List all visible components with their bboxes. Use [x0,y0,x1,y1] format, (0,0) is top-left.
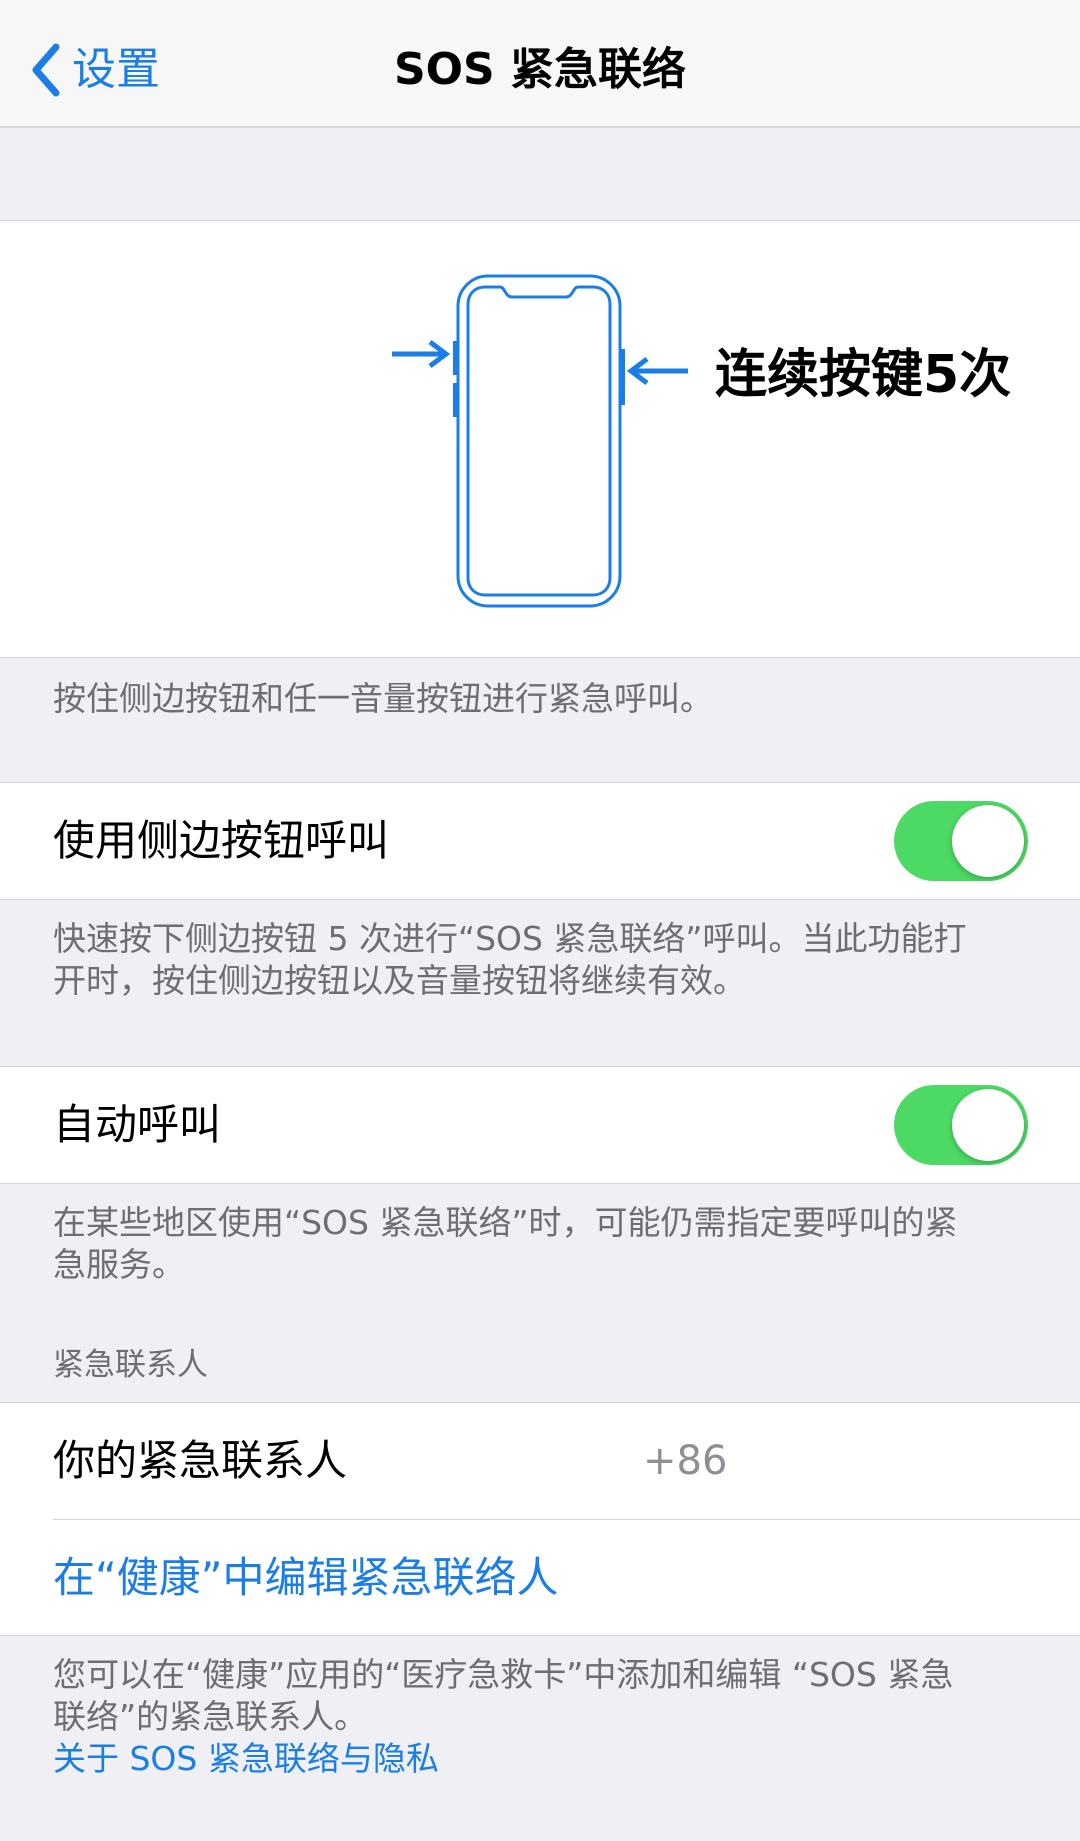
emergency-contacts-group: 你的紧急联系人 +86 在“健康”中编辑紧急联络人 [0,1402,1080,1636]
emergency-contact-label: 你的紧急联系人 [53,1436,348,1485]
auto-call-footnote-line1: 在某些地区使用“SOS 紧急联络”时，可能仍需指定要呼叫的紧 [53,1203,958,1242]
side-button-call-footnote-line1: 快速按下侧边按钮 5 次进行“SOS 紧急联络”呼叫。当此功能打 [53,919,967,958]
side-button-call-row: 使用侧边按钮呼叫 [0,782,1080,900]
side-button-call-footnote-line2: 开时，按住侧边按钮以及音量按钮将继续有效。 [53,961,746,1000]
page-title: SOS 紧急联络 [393,44,687,95]
contacts-footnote-line1: 您可以在“健康”应用的“医疗急救卡”中添加和编辑 “SOS 紧急 [53,1655,954,1694]
phone-illustration [392,274,688,608]
emergency-contact-row[interactable]: 你的紧急联系人 +86 [0,1403,1080,1519]
contacts-footnote-line2: 联络”的紧急联系人。 [53,1697,368,1736]
auto-call-toggle[interactable] [894,1085,1028,1165]
toggle-knob [952,1089,1024,1161]
emergency-contact-number: +86 [643,1438,728,1484]
navigation-bar: 设置 SOS 紧急联络 [0,0,1080,128]
auto-call-footnote: 在某些地区使用“SOS 紧急联络”时，可能仍需指定要呼叫的紧 急服务。 [53,1202,1013,1286]
side-button-call-label: 使用侧边按钮呼叫 [53,816,390,865]
illustration-label: 连续按键5次 [715,345,1012,405]
hold-note: 按住侧边按钮和任一音量按钮进行紧急呼叫。 [53,679,713,718]
toggle-knob [952,805,1024,877]
phone-illustration-panel [0,220,1080,658]
side-button-call-toggle[interactable] [894,801,1028,881]
row-divider [53,1519,1080,1520]
auto-call-footnote-line2: 急服务。 [53,1245,185,1284]
auto-call-row: 自动呼叫 [0,1066,1080,1184]
privacy-link[interactable]: 关于 SOS 紧急联络与隐私 [53,1738,1013,1780]
auto-call-label: 自动呼叫 [53,1100,222,1149]
contacts-footnote: 您可以在“健康”应用的“医疗急救卡”中添加和编辑 “SOS 紧急 联络”的紧急联… [53,1654,1013,1780]
edit-in-health-link[interactable]: 在“健康”中编辑紧急联络人 [53,1548,559,1608]
side-button-call-footnote: 快速按下侧边按钮 5 次进行“SOS 紧急联络”呼叫。当此功能打 开时，按住侧边… [53,918,1013,1002]
emergency-contacts-header: 紧急联系人 [53,1347,208,1383]
